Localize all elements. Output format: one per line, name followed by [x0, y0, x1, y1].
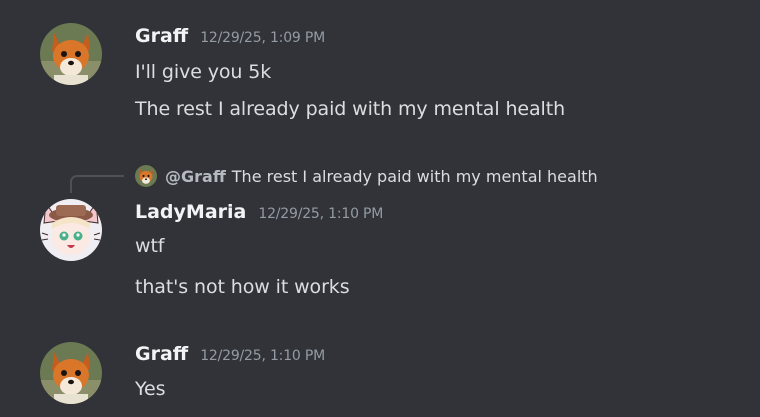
message-text: The rest I already paid with my mental h… — [135, 98, 566, 120]
message-author-row: Graff 12/29/25, 1:10 PM — [135, 343, 325, 365]
timestamp: 12/29/25, 1:10 PM — [258, 206, 384, 222]
reply-mention[interactable]: @Graff — [165, 167, 226, 186]
message-text: that's not how it works — [135, 276, 350, 298]
timestamp: 12/29/25, 1:10 PM — [200, 348, 325, 364]
username[interactable]: Graff — [135, 343, 188, 365]
username[interactable]: LadyMaria — [135, 201, 246, 223]
message-author-row: Graff 12/29/25, 1:09 PM — [135, 25, 325, 47]
reply-preview[interactable]: @Graff The rest I already paid with my m… — [135, 164, 598, 188]
fox-avatar — [135, 165, 157, 187]
fox-avatar[interactable] — [40, 23, 102, 85]
anime-girl-avatar[interactable] — [40, 199, 102, 261]
fox-avatar[interactable] — [40, 342, 102, 404]
timestamp: 12/29/25, 1:09 PM — [200, 30, 325, 46]
message-text: I'll give you 5k — [135, 61, 272, 83]
message-text: Yes — [135, 378, 166, 400]
message-author-row: LadyMaria 12/29/25, 1:10 PM — [135, 201, 383, 223]
message-text: wtf — [135, 235, 165, 257]
reply-spine — [70, 175, 124, 193]
reply-text[interactable]: The rest I already paid with my mental h… — [232, 167, 598, 186]
username[interactable]: Graff — [135, 25, 188, 47]
